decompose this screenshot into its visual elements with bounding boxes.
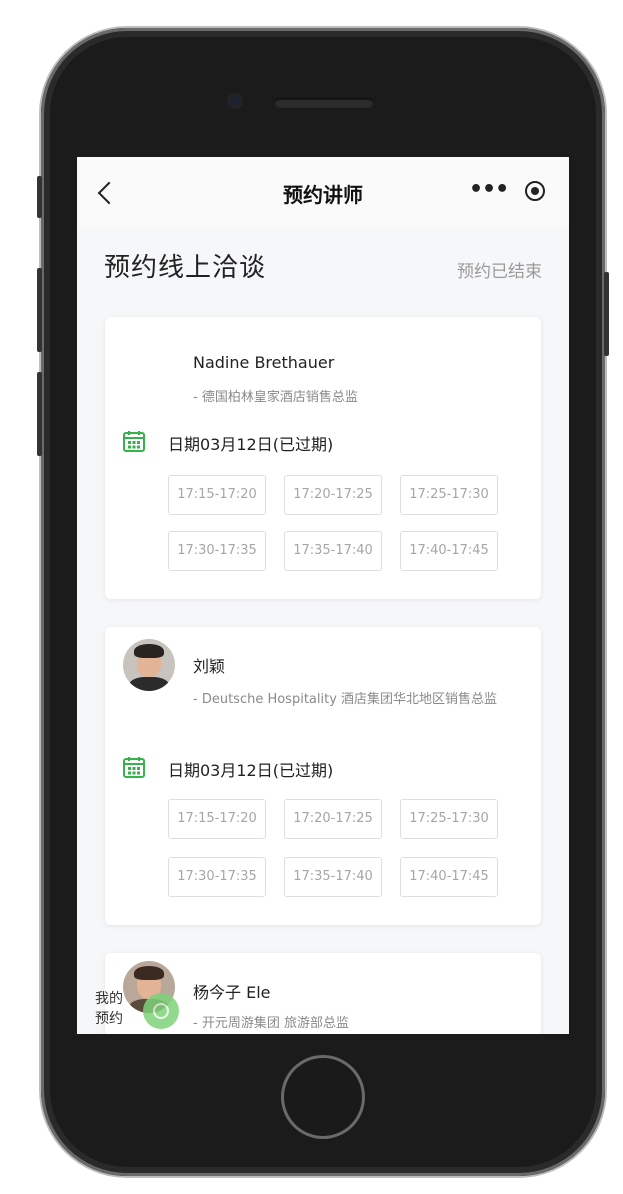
speaker-avatar xyxy=(123,639,175,691)
nav-bar: 预约讲师 ••• xyxy=(77,157,569,227)
my-bookings-label: 我的预约 xyxy=(95,991,123,1027)
booking-status: 预约已结束 xyxy=(457,262,542,282)
home-button[interactable] xyxy=(281,1055,365,1139)
speaker-title: - 德国柏林皇家酒店销售总监 xyxy=(193,390,358,405)
time-slot[interactable]: 17:35-17:40 xyxy=(284,531,382,571)
front-camera xyxy=(227,93,243,109)
session-date: 日期03月12日(已过期) xyxy=(168,761,334,780)
session-date: 日期03月12日(已过期) xyxy=(168,435,334,454)
section-header: 预约线上洽谈 预约已结束 xyxy=(77,227,569,315)
time-slot[interactable]: 17:30-17:35 xyxy=(168,857,266,897)
time-slot[interactable]: 17:20-17:25 xyxy=(284,475,382,515)
volume-down-button xyxy=(37,372,42,456)
speaker-name: 杨今子 Ele xyxy=(193,983,271,1002)
time-slot[interactable]: 17:25-17:30 xyxy=(400,799,498,839)
calendar-icon xyxy=(123,757,145,778)
time-slot[interactable]: 17:35-17:40 xyxy=(284,857,382,897)
my-bookings-button[interactable]: 我的预约 xyxy=(77,985,183,1034)
speaker-card: 刘颖 - Deutsche Hospitality 酒店集团华北地区销售总监 日… xyxy=(105,627,541,925)
speaker-name: Nadine Brethauer xyxy=(193,353,335,372)
volume-up-button xyxy=(37,268,42,352)
speaker-card: Nadine Brethauer - 德国柏林皇家酒店销售总监 日期03月12日… xyxy=(105,317,541,599)
mute-switch xyxy=(37,176,42,218)
time-slot[interactable]: 17:30-17:35 xyxy=(168,531,266,571)
my-bookings-icon xyxy=(143,993,179,1029)
time-slot[interactable]: 17:15-17:20 xyxy=(168,475,266,515)
power-button xyxy=(604,272,609,356)
more-menu-icon[interactable]: ••• xyxy=(469,177,509,202)
earpiece-speaker xyxy=(274,98,374,108)
time-slot[interactable]: 17:40-17:45 xyxy=(400,857,498,897)
speaker-name: 刘颖 xyxy=(193,657,226,676)
app-screen: 预约讲师 ••• 预约线上洽谈 预约已结束 Nadine Brethauer -… xyxy=(77,157,569,1034)
time-slot[interactable]: 17:20-17:25 xyxy=(284,799,382,839)
calendar-icon xyxy=(123,431,145,452)
time-slot[interactable]: 17:25-17:30 xyxy=(400,475,498,515)
time-slot[interactable]: 17:40-17:45 xyxy=(400,531,498,571)
close-miniprogram-icon[interactable] xyxy=(525,181,545,201)
speaker-title: - Deutsche Hospitality 酒店集团华北地区销售总监 xyxy=(193,692,498,707)
time-slot[interactable]: 17:15-17:20 xyxy=(168,799,266,839)
speaker-title: - 开元周游集团 旅游部总监 xyxy=(193,1016,349,1031)
section-title: 预约线上洽谈 xyxy=(104,253,267,283)
